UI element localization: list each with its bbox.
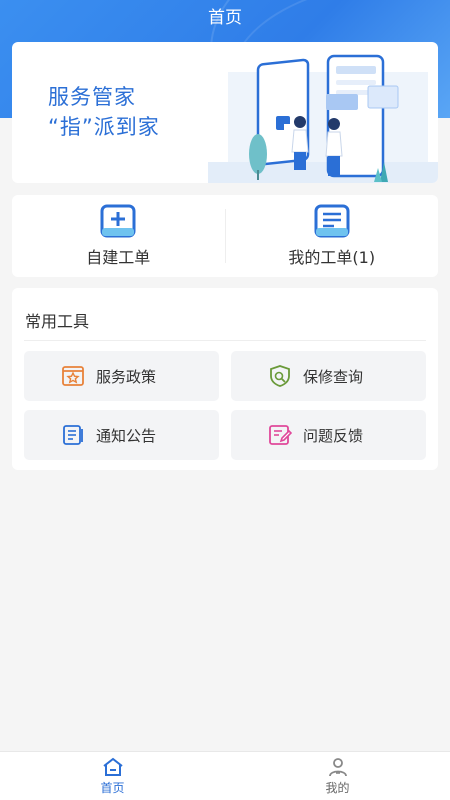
banner-illustration bbox=[208, 54, 438, 183]
tab-mine[interactable]: 我的 bbox=[225, 752, 450, 800]
user-icon bbox=[328, 757, 347, 776]
warranty-query-button[interactable]: 保修查询 bbox=[231, 351, 426, 401]
create-order-button[interactable]: 自建工单 bbox=[12, 195, 225, 277]
banner[interactable]: 服务管家 “指”派到家 bbox=[12, 42, 438, 183]
page-title: 首页 bbox=[208, 7, 242, 28]
shield-search-icon bbox=[270, 365, 290, 387]
notice-label: 通知公告 bbox=[96, 426, 157, 445]
banner-line-1: 服务管家 bbox=[48, 85, 136, 109]
tab-home[interactable]: 首页 bbox=[0, 752, 225, 800]
banner-text: 服务管家 “指”派到家 bbox=[48, 82, 160, 142]
policy-star-icon bbox=[62, 366, 84, 386]
my-orders-label: 我的工单(1) bbox=[288, 248, 376, 267]
feedback-button[interactable]: 问题反馈 bbox=[231, 410, 426, 460]
feedback-edit-icon bbox=[269, 425, 292, 445]
home-icon bbox=[102, 757, 123, 776]
notice-button[interactable]: 通知公告 bbox=[24, 410, 219, 460]
my-orders-button[interactable]: 我的工单(1) bbox=[226, 195, 439, 277]
tools-card: 常用工具 服务政策 保修查询 通知公告 问题反馈 bbox=[12, 288, 438, 470]
create-order-label: 自建工单 bbox=[86, 248, 151, 267]
bottom-tab-bar: 首页 我的 bbox=[0, 751, 450, 800]
service-policy-label: 服务政策 bbox=[96, 367, 157, 386]
notice-list-icon bbox=[63, 425, 83, 445]
quick-actions: 自建工单 我的工单(1) bbox=[12, 195, 438, 277]
feedback-label: 问题反馈 bbox=[303, 426, 364, 445]
add-document-icon bbox=[100, 204, 136, 238]
tools-title: 常用工具 bbox=[25, 312, 90, 331]
tab-mine-label: 我的 bbox=[325, 780, 350, 795]
banner-line-2: “指”派到家 bbox=[48, 115, 160, 139]
tab-home-label: 首页 bbox=[100, 780, 125, 795]
warranty-query-label: 保修查询 bbox=[303, 367, 364, 386]
list-document-icon bbox=[314, 204, 350, 238]
service-policy-button[interactable]: 服务政策 bbox=[24, 351, 219, 401]
